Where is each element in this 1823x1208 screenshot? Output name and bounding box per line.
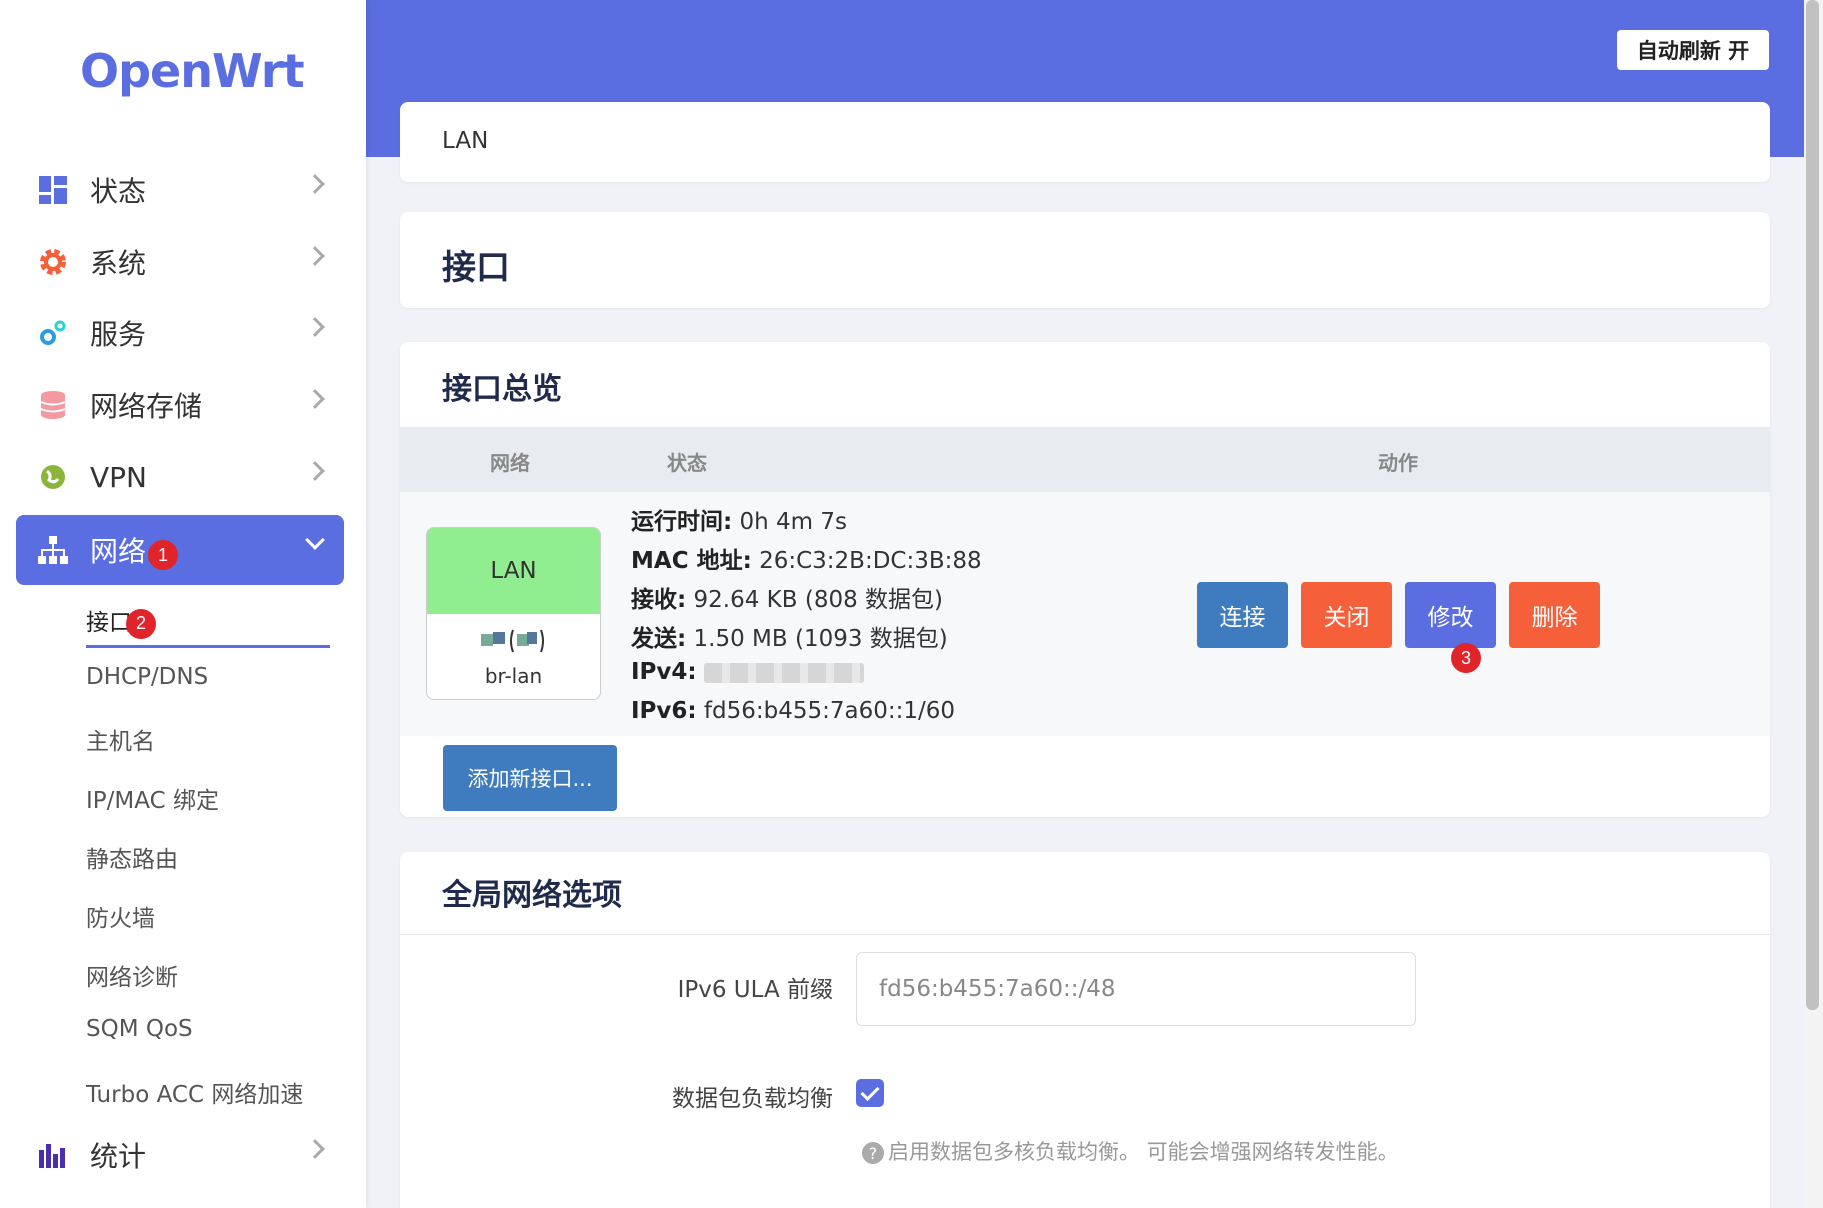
chevron-down-icon bbox=[305, 530, 325, 550]
auto-refresh-button[interactable]: 自动刷新 开 bbox=[1617, 30, 1769, 70]
page-title-card: 接口 bbox=[400, 212, 1770, 308]
submenu-item-dhcp[interactable]: DHCP/DNS bbox=[86, 664, 208, 690]
submenu-item-turboacc[interactable]: Turbo ACC 网络加速 bbox=[86, 1075, 303, 1109]
submenu-item-interfaces[interactable]: 接口 2 bbox=[86, 603, 156, 639]
column-header: 动作 bbox=[1378, 451, 1418, 475]
status-tx: 发送: 1.50 MB (1093 数据包) bbox=[631, 626, 948, 652]
sidebar-item-label: 服务 bbox=[90, 318, 147, 351]
chevron-right-icon bbox=[305, 389, 325, 409]
breadcrumb[interactable]: LAN bbox=[442, 128, 488, 154]
status-ipv4: IPv4: bbox=[631, 659, 864, 685]
status-mac: MAC 地址: 26:C3:2B:DC:3B:88 bbox=[631, 548, 982, 574]
sidebar: OpenWrt 状态 系统 服务 网络存储 VPN 网络 1 接口 2 DHCP… bbox=[0, 0, 366, 1208]
chevron-right-icon bbox=[305, 174, 325, 194]
sidebar-item-label: 网络 bbox=[90, 535, 147, 568]
column-header: 状态 bbox=[667, 451, 707, 475]
sidebar-item-services[interactable]: 服务 bbox=[16, 298, 344, 368]
gears-icon bbox=[36, 316, 70, 350]
bar-chart-icon bbox=[36, 1138, 70, 1172]
sidebar-item-nas[interactable]: 网络存储 bbox=[16, 370, 344, 440]
submenu-item-sqm[interactable]: SQM QoS bbox=[86, 1016, 193, 1042]
scrollbar-thumb[interactable] bbox=[1806, 0, 1819, 1010]
column-header: 网络 bbox=[490, 451, 530, 475]
sidebar-item-label: 系统 bbox=[90, 247, 147, 280]
sidebar-item-system[interactable]: 系统 bbox=[16, 227, 344, 297]
dashboard-icon bbox=[36, 173, 70, 207]
page-title: 接口 bbox=[442, 248, 510, 288]
globe-icon bbox=[36, 460, 70, 494]
edit-button[interactable]: 修改 bbox=[1405, 582, 1496, 648]
interface-name: LAN bbox=[427, 528, 600, 614]
breadcrumb-card: LAN bbox=[400, 102, 1770, 182]
table-header: 网络 状态 动作 bbox=[400, 427, 1770, 492]
submenu-item-ipmac[interactable]: IP/MAC 绑定 bbox=[86, 781, 219, 815]
step-badge: 2 bbox=[126, 608, 156, 639]
divider bbox=[400, 934, 1770, 935]
sidebar-item-status[interactable]: 状态 bbox=[16, 155, 344, 225]
submenu-item-routes[interactable]: 静态路由 bbox=[86, 840, 178, 874]
status-uptime: 运行时间: 0h 4m 7s bbox=[631, 509, 848, 535]
sidebar-item-label: 状态 bbox=[90, 175, 147, 208]
stop-button[interactable]: 关闭 bbox=[1301, 582, 1392, 648]
gear-icon bbox=[36, 245, 70, 279]
active-underline bbox=[86, 645, 330, 648]
sidebar-item-vpn[interactable]: VPN bbox=[16, 442, 344, 512]
chevron-right-icon bbox=[305, 1139, 325, 1159]
ula-prefix-label: IPv6 ULA 前缀 bbox=[677, 977, 833, 1003]
delete-button[interactable]: 删除 bbox=[1509, 582, 1600, 648]
sidebar-item-label: VPN bbox=[90, 460, 147, 494]
bridge-icon bbox=[427, 628, 600, 660]
submenu-item-firewall[interactable]: 防火墙 bbox=[86, 899, 155, 933]
question-icon: ? bbox=[862, 1142, 884, 1164]
interface-device: br-lan bbox=[484, 664, 543, 688]
packet-balance-label: 数据包负载均衡 bbox=[672, 1086, 833, 1112]
section-title: 全局网络选项 bbox=[442, 878, 622, 913]
sidebar-item-label: 网络存储 bbox=[90, 390, 203, 423]
connect-button[interactable]: 连接 bbox=[1197, 582, 1288, 648]
chevron-right-icon bbox=[305, 246, 325, 266]
sidebar-item-statistics[interactable]: 统计 bbox=[16, 1120, 344, 1190]
ula-prefix-value: fd56:b455:7a60::/48 bbox=[879, 976, 1116, 1002]
packet-balance-checkbox[interactable] bbox=[856, 1079, 884, 1107]
network-icon bbox=[36, 533, 70, 567]
interface-badge[interactable]: LAN br-lan bbox=[426, 527, 601, 700]
step-badge: 1 bbox=[148, 540, 179, 570]
ula-prefix-input[interactable]: fd56:b455:7a60::/48 bbox=[856, 952, 1416, 1026]
section-title: 接口总览 bbox=[442, 372, 562, 407]
openwrt-logo[interactable]: OpenWrt bbox=[80, 44, 305, 98]
status-rx: 接收: 92.64 KB (808 数据包) bbox=[631, 587, 943, 613]
submenu-item-diagnostics[interactable]: 网络诊断 bbox=[86, 958, 178, 992]
sidebar-item-network[interactable]: 网络 1 bbox=[16, 515, 344, 585]
chevron-right-icon bbox=[305, 461, 325, 481]
database-icon bbox=[36, 388, 70, 422]
redacted-ip bbox=[703, 662, 864, 683]
status-ipv6: IPv6: fd56:b455:7a60::1/60 bbox=[631, 698, 956, 724]
chevron-right-icon bbox=[305, 317, 325, 337]
add-interface-button[interactable]: 添加新接口... bbox=[443, 745, 617, 811]
submenu-item-hostnames[interactable]: 主机名 bbox=[86, 722, 155, 756]
help-text: ? 启用数据包多核负载均衡。 可能会增强网络转发性能。 bbox=[862, 1136, 1399, 1166]
sidebar-item-label: 统计 bbox=[90, 1140, 147, 1173]
step-badge: 3 bbox=[1451, 643, 1481, 673]
